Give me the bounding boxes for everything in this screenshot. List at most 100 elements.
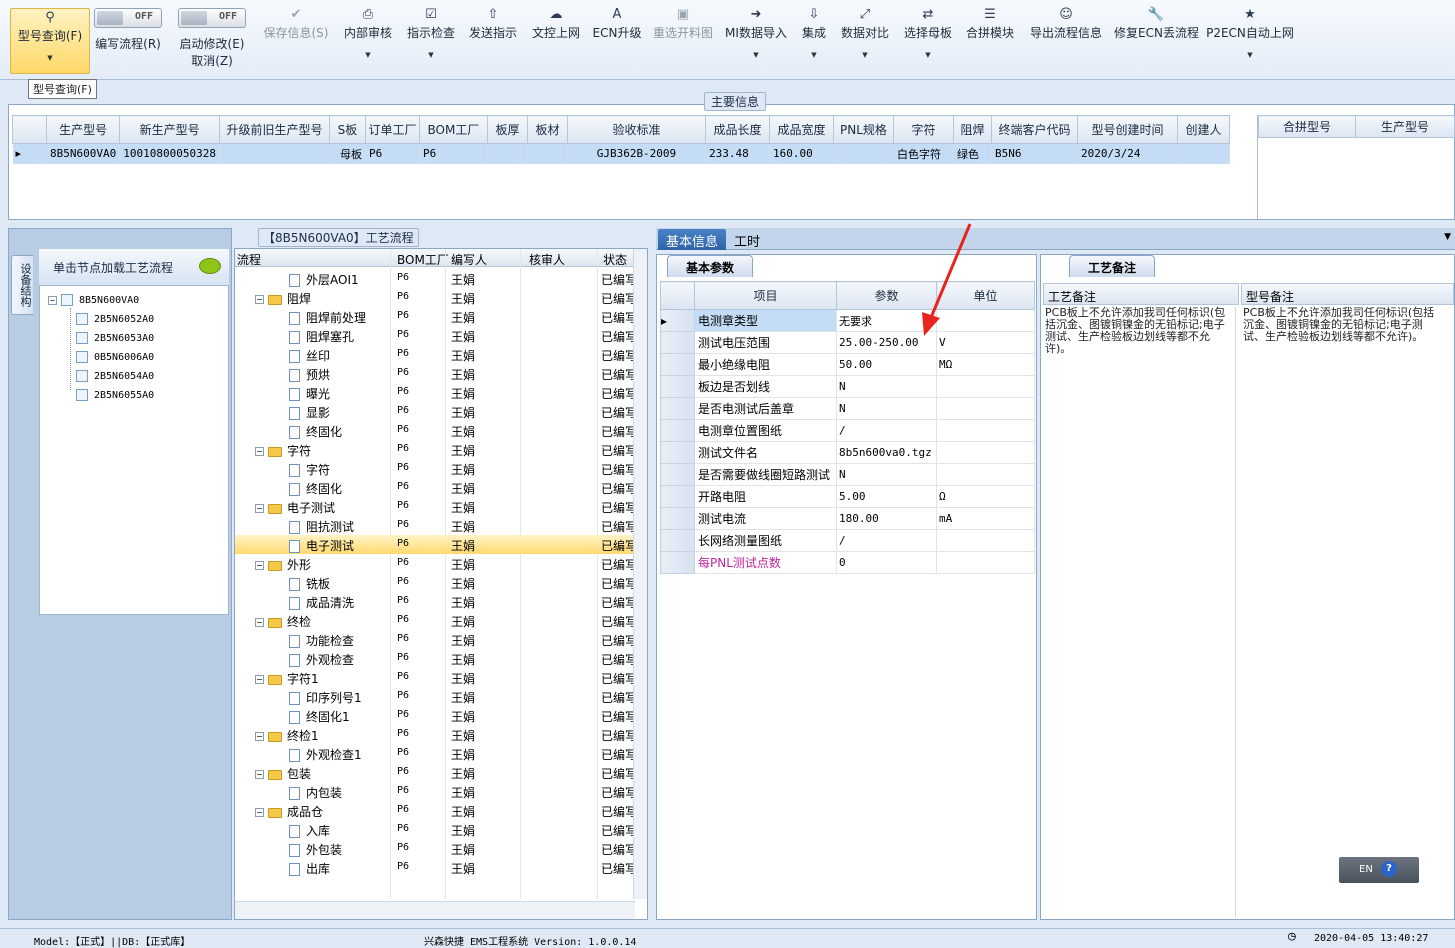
export-flow-button[interactable]: ☺ 导出流程信息	[1026, 6, 1106, 76]
process-row[interactable]: − 外形 P6 王娟 已编写	[235, 554, 635, 573]
tab-basic-info[interactable]: 基本信息	[658, 229, 727, 250]
row-header[interactable]: ▸	[660, 309, 695, 332]
mi-import-button[interactable]: ➜ MI数据导入 ▼	[724, 6, 788, 76]
process-row[interactable]: 预烘 P6 王娟 已编写	[235, 364, 635, 383]
column-header[interactable]: 项目	[694, 281, 837, 310]
process-row[interactable]: − 包装 P6 王娟 已编写	[235, 763, 635, 782]
process-row[interactable]: 阻焊塞孔 P6 王娟 已编写	[235, 326, 635, 345]
process-row[interactable]: − 成品仓 P6 王娟 已编写	[235, 801, 635, 820]
collapse-icon[interactable]: −	[255, 770, 264, 779]
column-header[interactable]: 字符	[892, 115, 954, 144]
process-row[interactable]: 铣板 P6 王娟 已编写	[235, 573, 635, 592]
process-row[interactable]: − 字符 P6 王娟 已编写	[235, 440, 635, 459]
process-row[interactable]: 阻抗测试 P6 王娟 已编写	[235, 516, 635, 535]
row-header[interactable]	[660, 507, 695, 530]
param-value[interactable]: N	[836, 463, 937, 486]
column-header[interactable]: PNL规格	[832, 115, 894, 144]
column-header[interactable]: 核审人	[529, 251, 565, 268]
collapse-icon[interactable]: −	[255, 447, 264, 456]
tree-root[interactable]: −8B5N600VA0	[48, 294, 139, 306]
tree-node[interactable]: 2B5N6053A0	[76, 332, 154, 344]
table-row[interactable]: ▸ 8B5N600VA0 10010800050328 母板 P6 P6 GJB…	[12, 143, 1230, 164]
toggle-switch[interactable]: OFF	[178, 8, 246, 28]
help-icon[interactable]: ?	[1381, 861, 1397, 877]
tree-node[interactable]: 2B5N6054A0	[76, 370, 154, 382]
process-row[interactable]: 外包装 P6 王娟 已编写	[235, 839, 635, 858]
tree-node[interactable]: 2B5N6052A0	[76, 313, 154, 325]
column-header[interactable]: 生产型号	[1355, 115, 1455, 138]
param-value[interactable]: 5.00	[836, 485, 937, 508]
column-header[interactable]: 新生产型号	[119, 115, 220, 144]
tab-basic-params[interactable]: 基本参数	[667, 255, 754, 277]
row-header[interactable]	[660, 551, 695, 574]
column-header[interactable]: 成品长度	[704, 115, 770, 144]
model-note-text[interactable]: PCB板上不允许添加我司任何标识(包括沉金、图镀铜镍金的无铅标记;电子测试、生产…	[1243, 307, 1443, 343]
tab-structure[interactable]: 设备结构	[11, 255, 33, 315]
integrate-button[interactable]: ⇩ 集成 ▼	[796, 6, 832, 76]
collapse-icon[interactable]: −	[255, 561, 264, 570]
process-row[interactable]: 电子测试 P6 王娟 已编写	[235, 535, 635, 554]
process-row[interactable]: 曝光 P6 王娟 已编写	[235, 383, 635, 402]
column-header[interactable]: 订单工厂	[364, 115, 420, 144]
collapse-icon[interactable]: −	[48, 295, 57, 305]
collapse-icon[interactable]: −	[255, 808, 264, 817]
collapse-icon[interactable]: −	[255, 295, 264, 304]
model-query-button[interactable]: ⚲ 型号查询(F) ▼	[10, 8, 90, 74]
process-note-text[interactable]: PCB板上不允许添加我司任何标识(包括沉金、图镀铜镍金的无铅标记;电子测试、生产…	[1045, 307, 1231, 355]
auto-modify-toggle[interactable]: OFF 启动修改(E) 取消(Z)	[176, 6, 248, 76]
row-header[interactable]	[660, 375, 695, 398]
param-row[interactable]: 测试文件名 8b5n600va0.tgz	[660, 441, 1035, 464]
tree-node[interactable]: 2B5N6055A0	[76, 389, 154, 401]
tab-process-notes[interactable]: 工艺备注	[1069, 255, 1156, 277]
row-header[interactable]	[660, 331, 695, 354]
process-row[interactable]: 显影 P6 王娟 已编写	[235, 402, 635, 421]
column-header[interactable]: 成品宽度	[768, 115, 834, 144]
toggle-switch[interactable]: OFF	[94, 8, 162, 28]
column-header[interactable]: 编写人	[451, 251, 487, 268]
column-header[interactable]: 流程	[237, 251, 261, 268]
param-row[interactable]: 最小绝缘电阻 50.00 MΩ	[660, 353, 1035, 376]
column-header[interactable]: 终端客户代码	[990, 115, 1078, 144]
reselect-cut-button[interactable]: ▣ 重选开料图	[650, 6, 716, 76]
collapse-icon[interactable]: −	[255, 618, 264, 627]
process-row[interactable]: − 字符1 P6 王娟 已编写	[235, 668, 635, 687]
param-value[interactable]: 8b5n600va0.tgz	[836, 441, 937, 464]
send-instruction-button[interactable]: ⇧ 发送指示	[466, 6, 520, 76]
process-row[interactable]: 终固化1 P6 王娟 已编写	[235, 706, 635, 725]
process-row[interactable]: 丝印 P6 王娟 已编写	[235, 345, 635, 364]
chevron-down-icon[interactable]: ▼	[1444, 232, 1451, 242]
p2ecn-auto-button[interactable]: ★ P2ECN自动上网 ▼	[1206, 6, 1294, 76]
column-header[interactable]: 生产型号	[45, 115, 121, 144]
save-info-button[interactable]: ✔ 保存信息(S)	[258, 6, 334, 76]
param-value[interactable]: N	[836, 397, 937, 420]
collapse-icon[interactable]: −	[255, 504, 264, 513]
process-row[interactable]: 阻焊前处理 P6 王娟 已编写	[235, 307, 635, 326]
column-header[interactable]: S板	[328, 115, 366, 144]
process-row[interactable]: − 阻焊 P6 王娟 已编写	[235, 288, 635, 307]
process-row[interactable]: − 终检1 P6 王娟 已编写	[235, 725, 635, 744]
process-row[interactable]: − 电子测试 P6 王娟 已编写	[235, 497, 635, 516]
param-value[interactable]: /	[836, 419, 937, 442]
column-header[interactable]: 合拼型号	[1257, 115, 1357, 138]
column-header[interactable]: 状态	[603, 251, 627, 268]
horizontal-scrollbar[interactable]	[235, 901, 635, 919]
column-header[interactable]: BOM工厂	[397, 251, 449, 268]
process-row[interactable]: 终固化 P6 王娟 已编写	[235, 421, 635, 440]
process-row[interactable]: 印序列号1 P6 王娟 已编写	[235, 687, 635, 706]
row-header[interactable]	[660, 485, 695, 508]
param-value[interactable]: 50.00	[836, 353, 937, 376]
write-flow-toggle[interactable]: OFF 编写流程(R)	[92, 6, 164, 76]
process-row[interactable]: 外观检查 P6 王娟 已编写	[235, 649, 635, 668]
document-upload-button[interactable]: ☁ 文控上网	[528, 6, 584, 76]
language-bar[interactable]: EN ?	[1339, 857, 1419, 883]
column-header[interactable]: 板材	[526, 115, 568, 144]
process-row[interactable]: 外层AOI1 P6 王娟 已编写	[235, 269, 635, 288]
param-row[interactable]: 板边是否划线 N	[660, 375, 1035, 398]
row-header[interactable]	[660, 353, 695, 376]
merge-module-button[interactable]: ☰ 合拼模块	[962, 6, 1018, 76]
row-header[interactable]	[660, 529, 695, 552]
process-row[interactable]: 入库 P6 王娟 已编写	[235, 820, 635, 839]
row-header[interactable]	[660, 419, 695, 442]
param-value[interactable]: N	[836, 375, 937, 398]
row-header[interactable]	[660, 463, 695, 486]
